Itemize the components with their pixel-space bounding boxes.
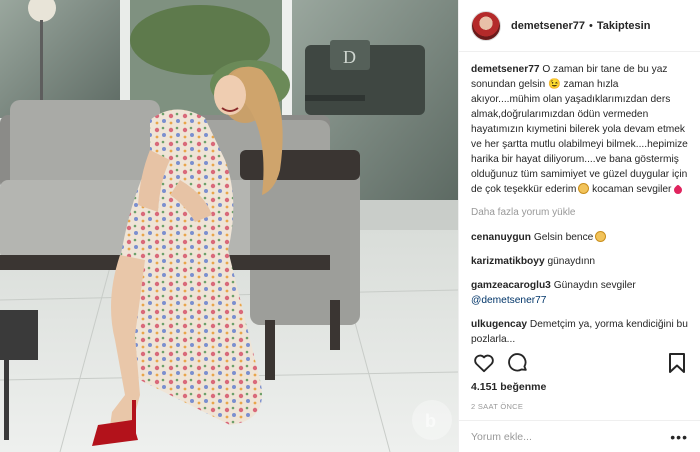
comment-username[interactable]: cenanuygun [471,232,531,243]
svg-text:b: b [425,411,436,431]
pray-emoji-icon [595,231,607,242]
add-comment-bar: ••• [459,420,700,452]
comment-mention[interactable]: @demetsener77 [471,295,546,306]
cushion-letter: D [343,47,356,67]
instagram-post: D b demetsener77 • Takiptesin demetsener… [0,0,700,452]
heart-emoji-icon [672,184,685,196]
comment-item: gamzeacaroglu3 Günaydın sevgiler @demets… [471,278,690,308]
post-photo-illustration: D b [0,0,458,452]
save-button[interactable] [664,350,690,376]
comment-item: cenanuygun Gelsin bence [471,230,690,245]
header-separator: • [589,19,593,32]
comment-text: Gelsin bence [533,232,594,243]
comment-username[interactable]: gamzeacaroglu3 [471,280,551,291]
comment-text: günaydınn [547,256,596,267]
caption-text-tail: kocaman sevgiler [592,184,672,195]
comment-text: Günaydın sevgiler [553,280,636,291]
add-comment-input[interactable] [471,430,651,443]
comment-username[interactable]: karizmatikboyy [471,256,545,267]
follow-status[interactable]: Takiptesin [597,20,651,32]
comment-item: ulkugencay Demetçim ya, yorma kendiciğin… [471,317,690,345]
comment-button[interactable] [505,350,531,376]
like-count[interactable]: 4.151 beğenme [471,381,546,393]
speech-bubble-icon [508,353,527,372]
caption-text: O zaman bir tane de bu yaz sonundan gels… [471,64,688,195]
more-options-icon[interactable]: ••• [670,429,688,445]
comment-item: karizmatikboyy günaydınn [471,254,690,269]
author-avatar[interactable] [471,10,501,41]
post-header: demetsener77 • Takiptesin [459,0,700,52]
heart-outline-icon [474,354,494,373]
bookmark-icon [669,353,685,373]
comment-username[interactable]: ulkugencay [471,319,527,330]
load-more-comments[interactable]: Daha fazla yorum yükle [471,205,690,220]
comments-list: demetsener77 O zaman bir tane de bu yaz … [471,62,690,345]
post-actions [471,348,690,378]
author-username[interactable]: demetsener77 [511,20,585,32]
post-caption: demetsener77 O zaman bir tane de bu yaz … [471,62,690,197]
like-button[interactable] [471,350,497,376]
caption-username[interactable]: demetsener77 [471,64,540,75]
pray-emoji-icon [578,183,590,194]
post-photo[interactable]: D b [0,0,458,452]
post-timestamp: 2 SAAT ÖNCE [471,402,524,411]
post-side-panel: demetsener77 • Takiptesin demetsener77 O… [458,0,700,452]
